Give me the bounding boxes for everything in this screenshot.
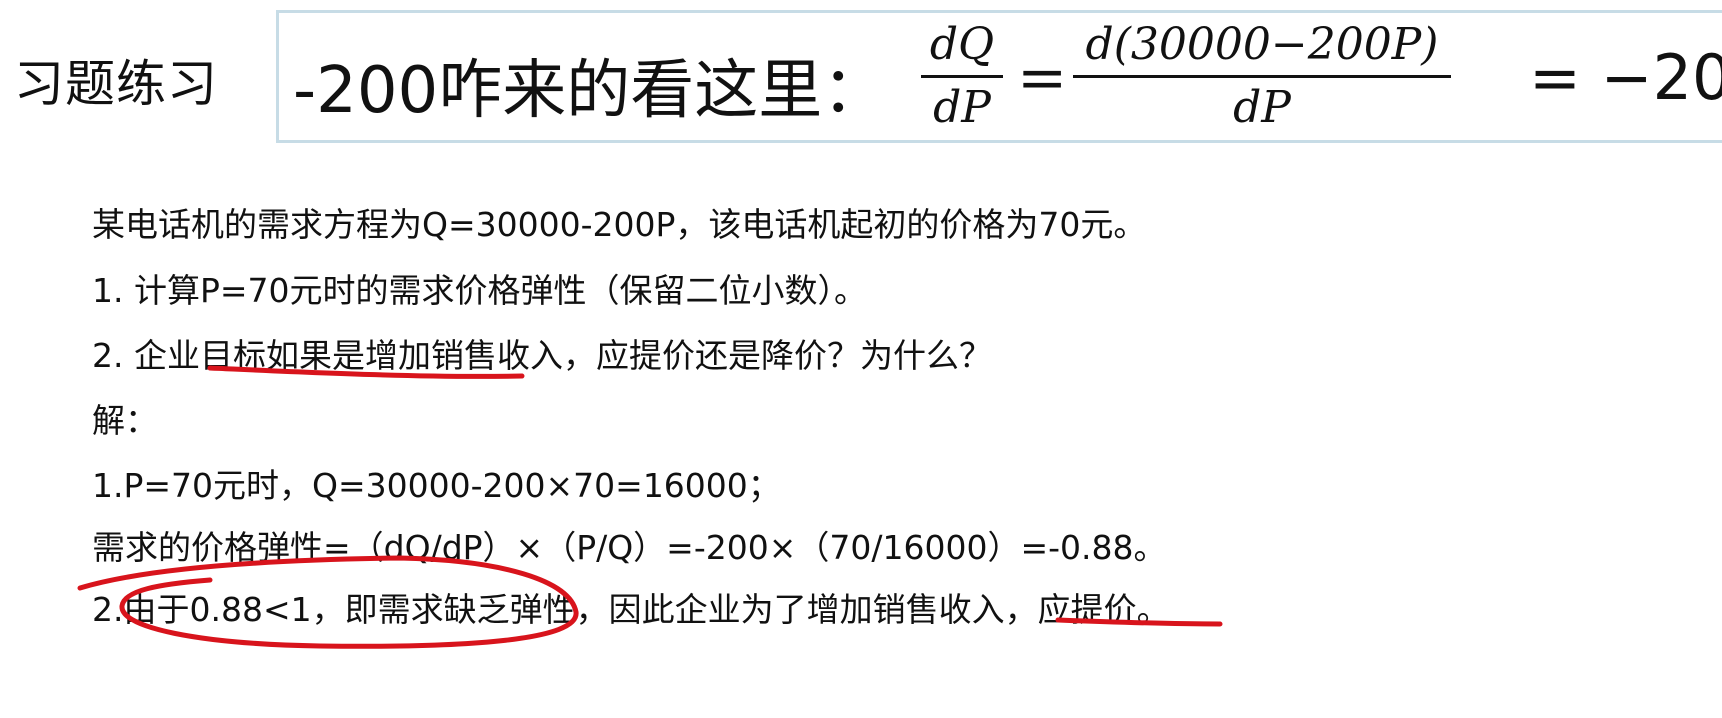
solution-step-2: 2.由于0.88<1，即需求缺乏弹性，因此企业为了增加销售收入，应提价。 [92,590,1170,629]
fraction-bar [921,75,1003,78]
fraction-numerator: dQ [929,19,995,70]
fraction-denominator: dP [1233,82,1291,133]
fraction-numerator: d(30000−200P) [1085,19,1439,70]
fraction-dq-dp: dQ dP [921,17,1003,136]
formula-box: -200咋来的看这里： dQ dP = d(30000−200P) dP = −… [276,10,1722,143]
formula-result: = −200 [1529,41,1722,114]
fraction-demand-derivative: d(30000−200P) dP [1073,17,1451,136]
fraction-bar [1073,75,1451,78]
solution-elasticity: 需求的价格弹性=（dQ/dP）×（P/Q）=-200×（70/16000）=-0… [92,528,1167,567]
solution-label: 解： [92,401,158,440]
page-title: 习题练习 [14,55,218,113]
question-1: 1. 计算P=70元时的需求价格弹性（保留二位小数）。 [92,271,868,310]
equals-sign: = [1017,43,1068,113]
formula-intro: -200咋来的看这里： [293,54,887,128]
problem-statement: 某电话机的需求方程为Q=30000-200P，该电话机起初的价格为70元。 [92,205,1147,244]
solution-step-1: 1.P=70元时，Q=30000-200×70=16000； [92,466,781,505]
fraction-denominator: dP [933,82,991,133]
question-2: 2. 企业目标如果是增加销售收入，应提价还是降价？为什么？ [92,336,992,375]
